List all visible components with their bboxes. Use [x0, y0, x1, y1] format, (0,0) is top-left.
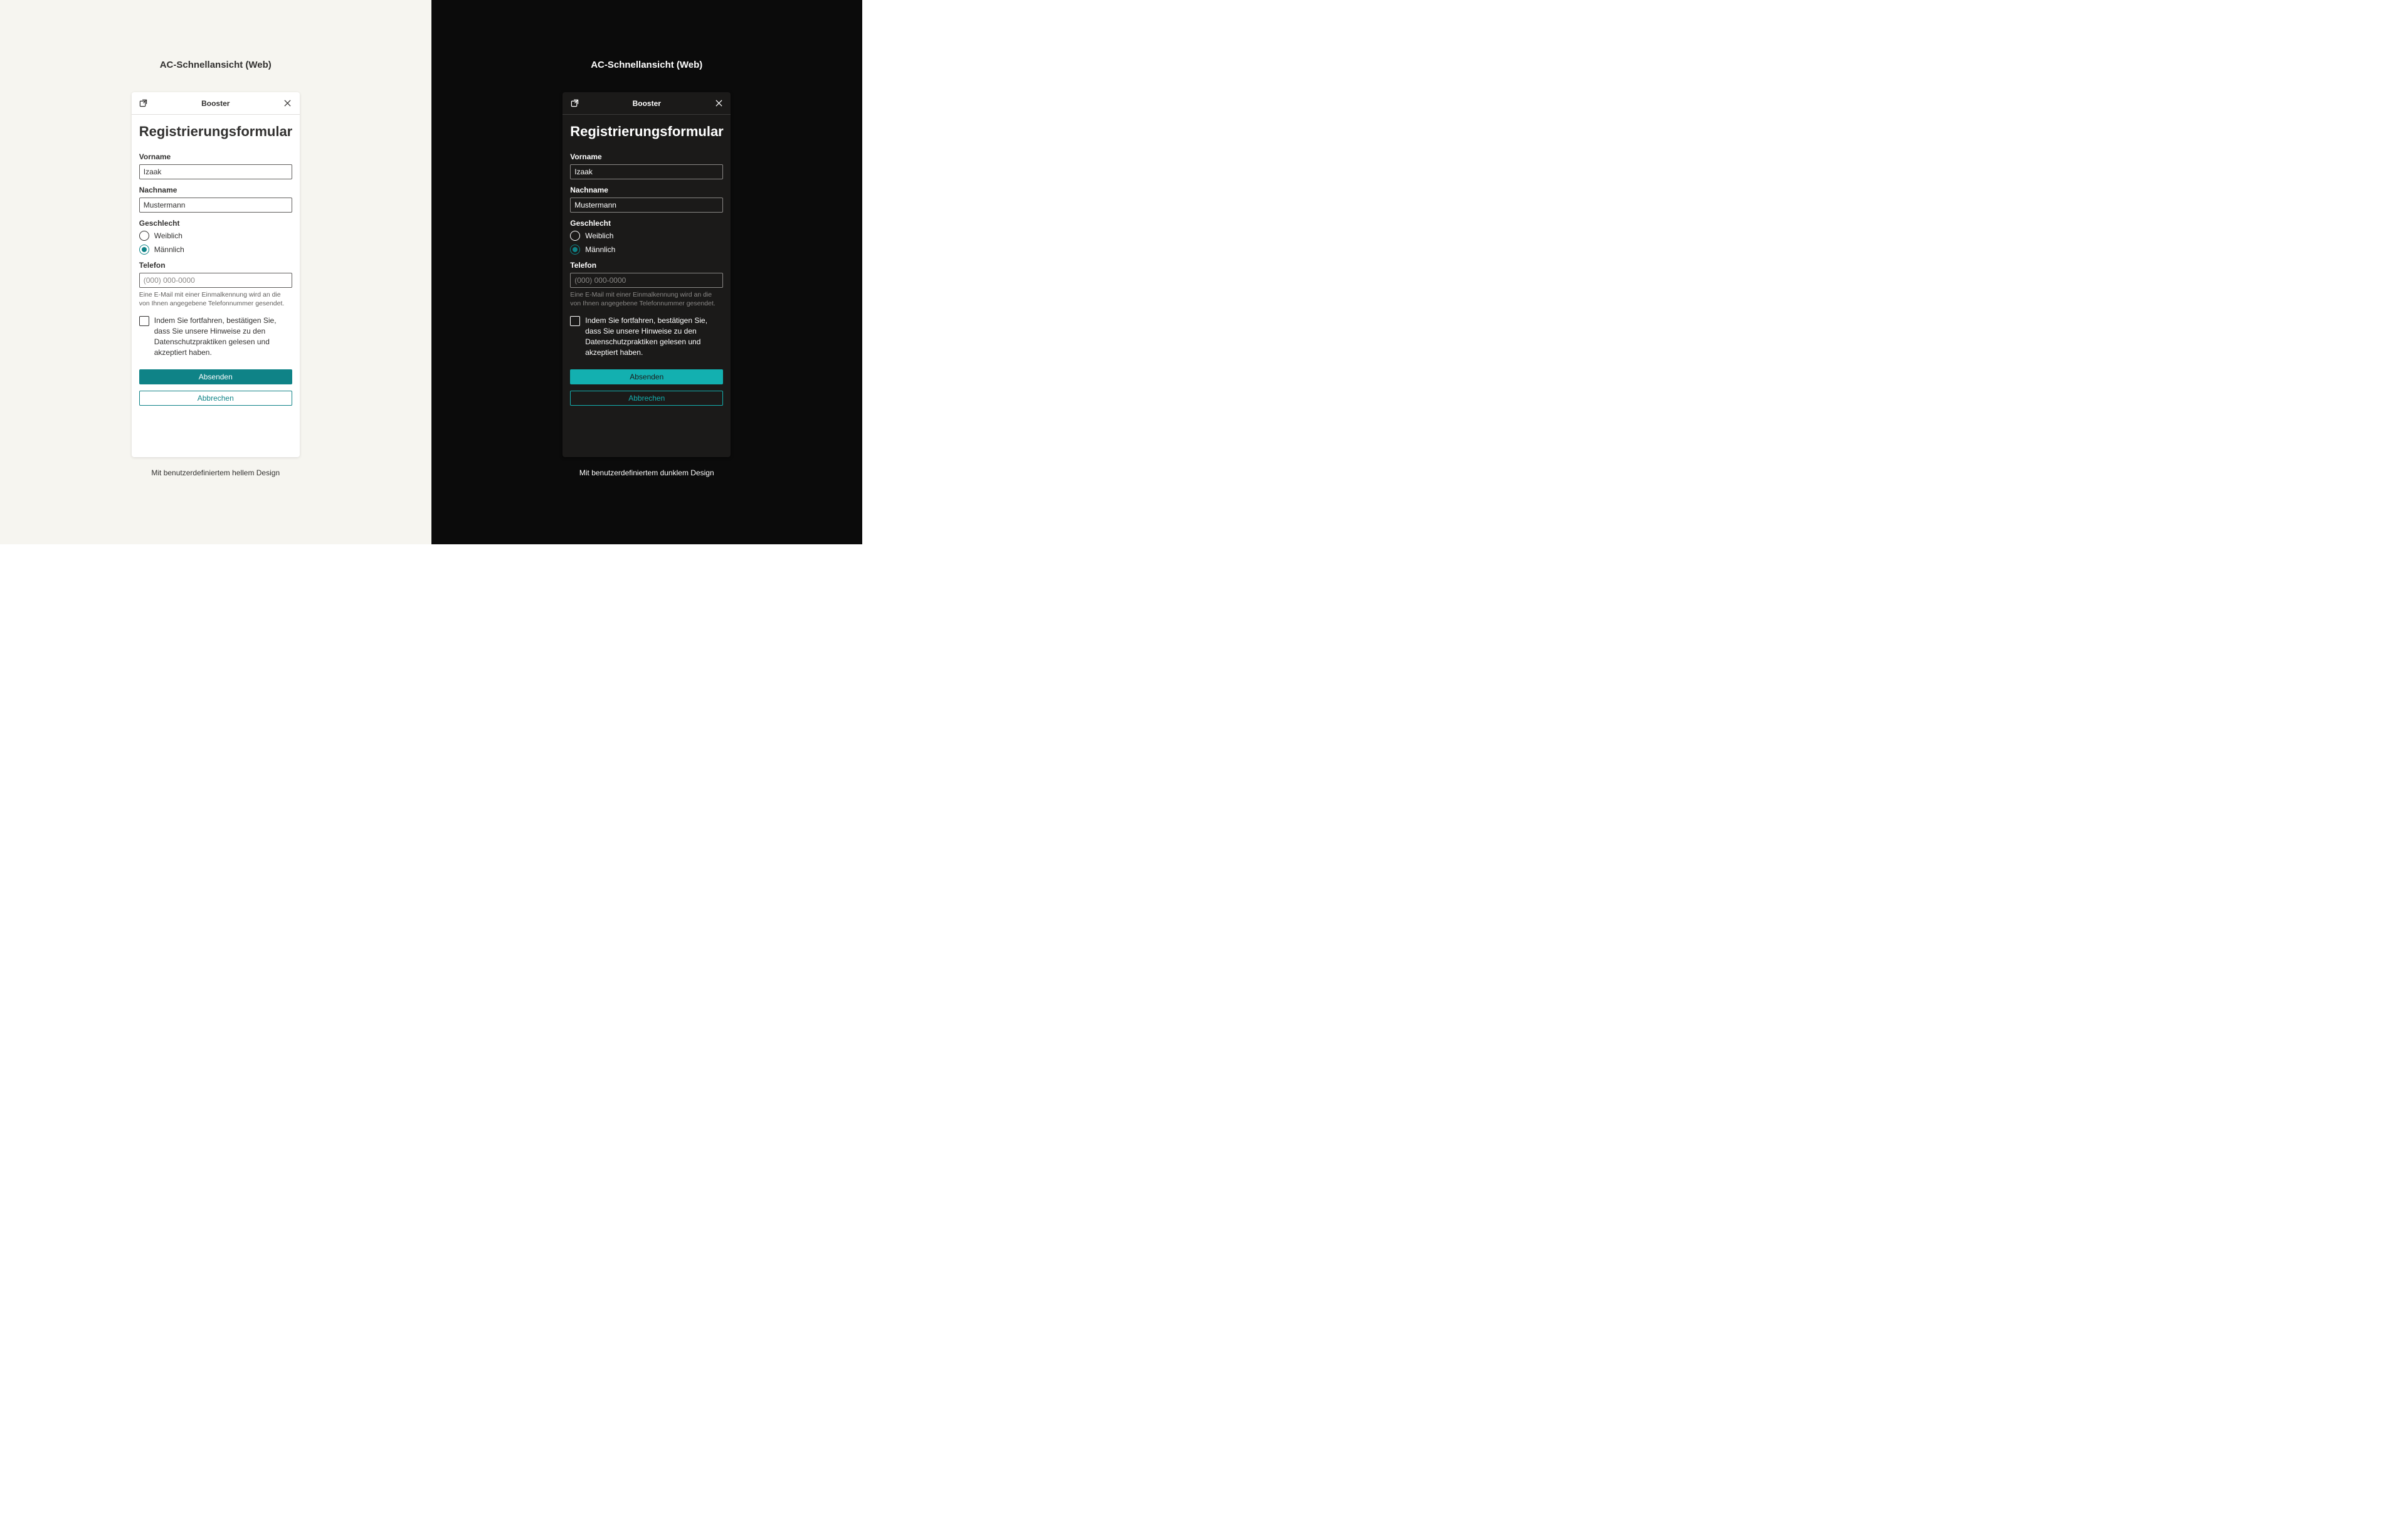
gender-option-female[interactable]: Weiblich	[139, 231, 292, 241]
gender-label: Geschlecht	[570, 219, 723, 228]
close-icon[interactable]	[282, 98, 293, 109]
form-heading: Registrierungsformular	[139, 124, 292, 140]
radio-icon-selected	[139, 245, 149, 255]
quick-view-card-dark: Booster Registrierungsformular Vorname N…	[562, 92, 731, 457]
phone-label: Telefon	[570, 261, 723, 270]
phone-hint: Eine E-Mail mit einer Einmalkennung wird…	[570, 290, 723, 308]
first-name-label: Vorname	[570, 152, 723, 161]
gender-female-label: Weiblich	[585, 231, 613, 240]
gender-option-male[interactable]: Männlich	[139, 245, 292, 255]
last-name-field: Nachname	[139, 186, 292, 213]
consent-row: Indem Sie fortfahren, bestätigen Sie, da…	[139, 315, 292, 357]
consent-label: Indem Sie fortfahren, bestätigen Sie, da…	[154, 315, 292, 357]
dark-panel: AC-Schnellansicht (Web) Booster Registri…	[431, 0, 863, 544]
gender-male-label: Männlich	[154, 245, 184, 254]
radio-icon-selected	[570, 245, 580, 255]
pane-title-light: AC-Schnellansicht (Web)	[160, 60, 272, 70]
form-heading: Registrierungsformular	[570, 124, 723, 140]
submit-button[interactable]: Absenden	[570, 369, 723, 384]
last-name-input[interactable]	[570, 198, 723, 213]
gender-group: Geschlecht Weiblich Männlich	[570, 219, 723, 255]
radio-icon	[139, 231, 149, 241]
phone-input[interactable]	[139, 273, 292, 288]
gender-group: Geschlecht Weiblich Männlich	[139, 219, 292, 255]
close-icon[interactable]	[713, 98, 724, 109]
first-name-input[interactable]	[570, 164, 723, 179]
card-body: Registrierungsformular Vorname Nachname …	[132, 115, 300, 457]
phone-field: Telefon	[570, 261, 723, 288]
consent-checkbox[interactable]	[139, 316, 149, 326]
gender-option-female[interactable]: Weiblich	[570, 231, 723, 241]
gender-label: Geschlecht	[139, 219, 292, 228]
consent-label: Indem Sie fortfahren, bestätigen Sie, da…	[585, 315, 723, 357]
quick-view-card-light: Booster Registrierungsformular Vorname N…	[132, 92, 300, 457]
card-header: Booster	[562, 92, 731, 115]
first-name-field: Vorname	[139, 152, 292, 179]
card-header-title: Booster	[149, 99, 282, 108]
cancel-button[interactable]: Abbrechen	[139, 391, 292, 406]
pane-title-dark: AC-Schnellansicht (Web)	[591, 60, 702, 70]
phone-input[interactable]	[570, 273, 723, 288]
last-name-label: Nachname	[570, 186, 723, 194]
gender-option-male[interactable]: Männlich	[570, 245, 723, 255]
last-name-input[interactable]	[139, 198, 292, 213]
gender-male-label: Männlich	[585, 245, 615, 254]
light-panel: AC-Schnellansicht (Web) Booster Registri…	[0, 0, 431, 544]
first-name-field: Vorname	[570, 152, 723, 179]
gender-female-label: Weiblich	[154, 231, 182, 240]
first-name-label: Vorname	[139, 152, 292, 161]
card-header: Booster	[132, 92, 300, 115]
caption-dark: Mit benutzerdefiniertem dunklem Design	[579, 468, 714, 477]
last-name-label: Nachname	[139, 186, 292, 194]
consent-checkbox[interactable]	[570, 316, 580, 326]
card-body: Registrierungsformular Vorname Nachname …	[562, 115, 731, 457]
first-name-input[interactable]	[139, 164, 292, 179]
popout-icon[interactable]	[569, 98, 580, 109]
popout-icon[interactable]	[138, 98, 149, 109]
phone-hint: Eine E-Mail mit einer Einmalkennung wird…	[139, 290, 292, 308]
phone-label: Telefon	[139, 261, 292, 270]
cancel-button[interactable]: Abbrechen	[570, 391, 723, 406]
card-header-title: Booster	[580, 99, 713, 108]
consent-row: Indem Sie fortfahren, bestätigen Sie, da…	[570, 315, 723, 357]
submit-button[interactable]: Absenden	[139, 369, 292, 384]
phone-field: Telefon	[139, 261, 292, 288]
radio-icon	[570, 231, 580, 241]
last-name-field: Nachname	[570, 186, 723, 213]
caption-light: Mit benutzerdefiniertem hellem Design	[151, 468, 280, 477]
